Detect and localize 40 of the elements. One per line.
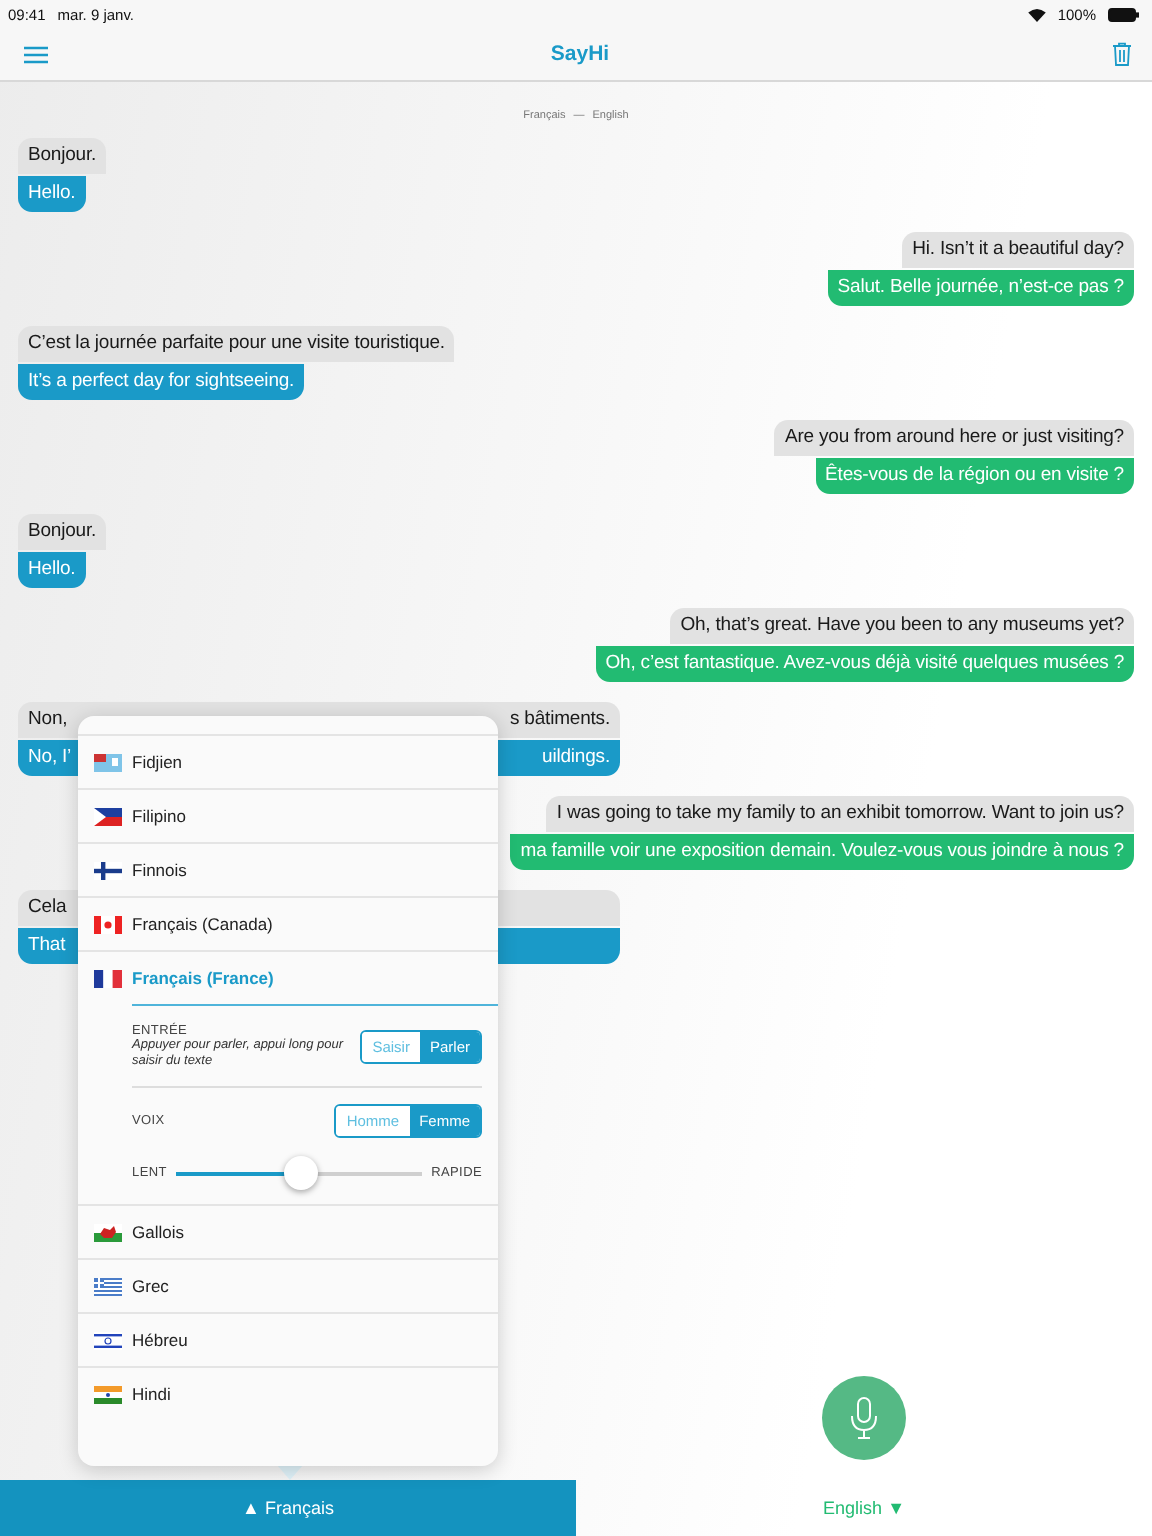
original-message-bubble: I was going to take my family to an exhibit tomorrow. Want to join us?: [546, 796, 1134, 832]
language-item[interactable]: Français (Canada): [78, 896, 498, 950]
trash-icon[interactable]: [1112, 42, 1132, 66]
translation-bubble: Hello.: [18, 552, 86, 588]
flag-icon: [94, 1331, 122, 1349]
original-message-bubble: C’est la journée parfaite pour une visite touristique.: [18, 326, 455, 362]
original-message-bubble: Hi. Isn’t it a beautiful day?: [902, 232, 1134, 268]
app-title: SayHi: [550, 42, 610, 66]
flag-icon: [94, 807, 122, 825]
language-item[interactable]: Gallois: [78, 1204, 498, 1258]
translation-bubble: Oh, c’est fantastique. Avez-vous déjà visité quelques musées ?: [595, 646, 1134, 682]
translation-bubble: ma famille voir une exposition demain. Voulez-vous vous joindre à nous ?: [510, 834, 1134, 870]
original-message-bubble: Bonjour.: [18, 138, 107, 174]
flag-icon: [94, 915, 122, 933]
source-language-button[interactable]: ▲ Français: [0, 1480, 576, 1536]
translation-bubble: It’s a perfect day for sightseeing.: [18, 364, 305, 400]
battery-icon: [1108, 7, 1140, 21]
flag-icon: [94, 753, 122, 771]
flag-icon: [94, 969, 122, 987]
original-message-bubble: Bonjour.: [18, 514, 107, 550]
wifi-icon: [1027, 7, 1046, 21]
translation-bubble: Salut. Belle journée, n’est-ce pas ?: [827, 270, 1134, 306]
microphone-icon: [850, 1396, 878, 1440]
translation-bubble: Êtes-vous de la région ou en visite ?: [815, 458, 1134, 494]
speed-slider-thumb[interactable]: [283, 1155, 317, 1189]
flag-icon: [94, 1277, 122, 1295]
microphone-button[interactable]: [822, 1376, 906, 1460]
translation-bubble: Hello.: [18, 176, 86, 212]
language-item[interactable]: Filipino: [78, 788, 498, 842]
language-item[interactable]: Grec: [78, 1258, 498, 1312]
original-message-bubble: Oh, that’s great. Have you been to any museums yet?: [670, 608, 1134, 644]
language-item[interactable]: Fidjien: [78, 734, 498, 788]
language-item[interactable]: Finnois: [78, 842, 498, 896]
menu-icon[interactable]: [24, 45, 48, 63]
flag-icon: [94, 1385, 122, 1403]
flag-icon: [94, 861, 122, 879]
language-item[interactable]: Hindi: [78, 1366, 498, 1420]
flag-icon: [94, 1223, 122, 1241]
original-message-bubble: Are you from around here or just visiting?: [774, 420, 1134, 456]
language-item[interactable]: Hébreu: [78, 1312, 498, 1366]
